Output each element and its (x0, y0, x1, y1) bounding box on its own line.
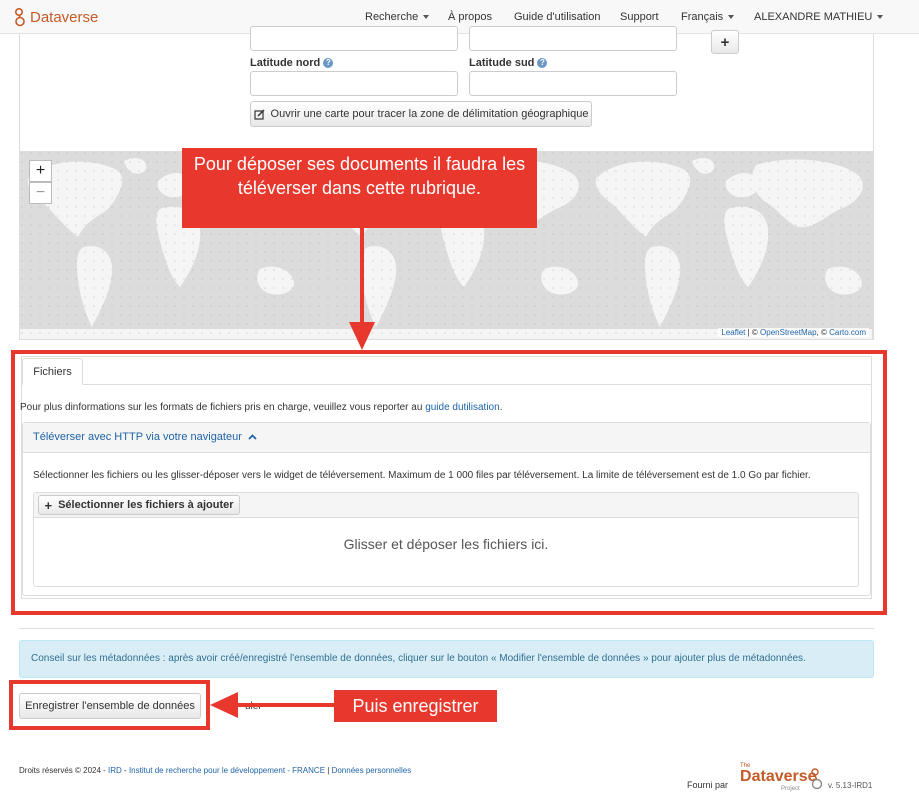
leaflet-link[interactable]: Leaflet (721, 328, 745, 337)
west-longitude-input[interactable] (250, 26, 458, 51)
nav-language-label: Français (681, 11, 724, 23)
brand-link[interactable]: Dataverse (14, 7, 98, 27)
callout-arrow-line (236, 703, 334, 707)
upload-instructions: Sélectionner les fichiers ou les glisser… (33, 470, 811, 481)
copyright-text: Droits réservés © 2024 - (19, 766, 109, 775)
select-files-button[interactable]: + Sélectionner les fichiers à ajouter (38, 495, 240, 515)
powered-by-text: Fourni par (687, 780, 729, 790)
chevron-down-icon (877, 15, 884, 20)
south-latitude-input[interactable] (469, 71, 677, 96)
nav-support-label: Support (620, 11, 659, 23)
footer-copyright: Droits réservés © 2024 - IRD - Institut … (19, 766, 411, 775)
file-formats-text: Pour plus dinformations sur les formats … (20, 402, 426, 413)
user-guide-link[interactable]: guide dutilisation (425, 402, 500, 413)
logo-word: Dataverse (740, 768, 817, 785)
privacy-link[interactable]: Données personnelles (332, 766, 412, 775)
add-coverage-button[interactable]: + (711, 30, 739, 54)
attribution-separator: , © (816, 328, 830, 337)
north-latitude-label: Latitude nord? (250, 57, 334, 69)
nav-about-label: À propos (448, 11, 493, 23)
ird-link[interactable]: IRD (108, 766, 122, 775)
tab-divider (22, 384, 871, 385)
north-latitude-input[interactable] (250, 71, 458, 96)
north-latitude-text: Latitude nord (250, 57, 321, 69)
nav-language-menu[interactable]: Français (681, 0, 735, 34)
openstreetmap-link[interactable]: OpenStreetMap (760, 328, 816, 337)
callout-upload-annotation: Pour déposer ses documents il faudra les… (182, 148, 537, 228)
plus-icon: + (720, 33, 730, 51)
callout-save-annotation: Puis enregistrer (334, 690, 497, 722)
map-attribution: Leaflet | © OpenStreetMap, © Carto.com (718, 328, 869, 337)
dataverse-project-logo[interactable]: The Dataverse Project (734, 759, 823, 795)
chevron-down-icon (423, 15, 430, 20)
arrow-down-icon (349, 322, 375, 350)
file-formats-end: . (499, 402, 503, 413)
dataverse-logo-icon (14, 7, 25, 27)
open-map-label: Ouvrir une carte pour tracer la zone de … (270, 108, 589, 120)
callout-arrow-line (360, 228, 364, 328)
section-divider (19, 628, 874, 629)
nav-guide-label: Guide d'utilisation (514, 11, 601, 23)
http-upload-toggle[interactable]: Téléverser avec HTTP via votre navigateu… (33, 431, 257, 443)
chevron-down-icon (728, 15, 735, 20)
south-latitude-label: Latitude sud? (469, 57, 548, 69)
nav-search-label: Recherche (365, 11, 419, 23)
select-files-label: Sélectionner les fichiers à ajouter (58, 499, 234, 511)
map-zoom-out-button[interactable]: − (29, 182, 52, 204)
dataverse-logo-icon (811, 768, 823, 790)
http-upload-title: Téléverser avec HTTP via votre navigateu… (33, 431, 242, 443)
drop-zone-text: Glisser et déposer les fichiers ici. (343, 536, 549, 552)
file-formats-info: Pour plus dinformations sur les formats … (20, 402, 502, 413)
save-dataset-button[interactable]: Enregistrer l'ensemble de données (19, 693, 201, 719)
carto-link[interactable]: Carto.com (829, 328, 866, 337)
tab-files[interactable]: Fichiers (22, 358, 83, 385)
help-icon[interactable]: ? (537, 58, 548, 68)
version-text: v. 5.13-IRD1 (828, 781, 873, 790)
nav-user-label: ALEXANDRE MATHIEU (754, 11, 873, 23)
south-latitude-text: Latitude sud (469, 57, 535, 69)
footer-powered-by: Fourni par The Dataverse Project v. 5.13… (687, 759, 872, 795)
nav-user-menu[interactable]: ALEXANDRE MATHIEU (754, 0, 884, 34)
map-zoom-in-button[interactable]: + (29, 160, 52, 182)
metadata-tip-alert: Conseil sur les métadonnées : après avoi… (19, 640, 874, 678)
east-longitude-input[interactable] (469, 26, 677, 51)
chevron-up-icon (248, 434, 257, 440)
plus-icon: + (44, 497, 53, 513)
open-map-button[interactable]: Ouvrir une carte pour tracer la zone de … (250, 101, 592, 127)
logo-project: Project (781, 786, 800, 792)
arrow-left-icon (210, 692, 238, 718)
institute-link[interactable]: Institut de recherche pour le développem… (129, 766, 325, 775)
edit-icon (253, 108, 265, 120)
footer-separator: - (121, 766, 129, 775)
attribution-separator: | © (745, 328, 761, 337)
help-icon[interactable]: ? (323, 58, 334, 68)
brand-name: Dataverse (30, 8, 99, 26)
